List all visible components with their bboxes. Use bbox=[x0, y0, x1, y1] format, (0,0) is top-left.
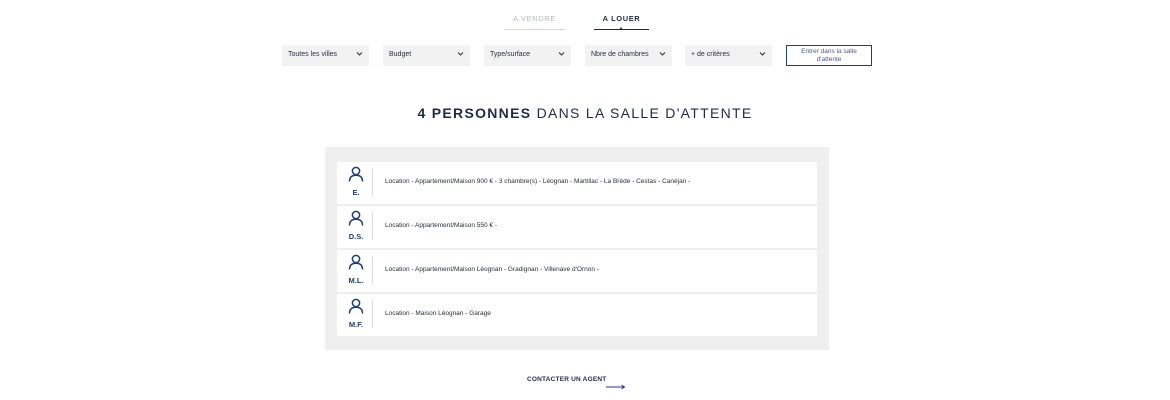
avatar: D.S. bbox=[337, 206, 373, 248]
person-initials: M.L. bbox=[348, 276, 364, 285]
divider bbox=[372, 300, 373, 328]
person-initials: M.F. bbox=[348, 320, 364, 329]
list-item: M.F. Location - Maison Léognan - Garage bbox=[337, 294, 817, 336]
contact-agent-link[interactable]: CONTACTER UN AGENT bbox=[527, 376, 606, 383]
enter-waiting-room-button[interactable]: Entrer dans la salle d'attente bbox=[786, 45, 872, 66]
person-initials: E. bbox=[352, 188, 360, 197]
chevron-down-icon bbox=[659, 51, 666, 57]
filter-bar: Toutes les villes Budget Type/surface Nb… bbox=[0, 45, 1170, 66]
divider bbox=[372, 212, 373, 240]
list-item: D.S. Location - Appartement/Maison 550 €… bbox=[337, 206, 817, 248]
city-select-value: Toutes les villes bbox=[288, 51, 338, 58]
budget-select-value: Budget bbox=[389, 51, 412, 58]
rooms-select-value: Nbre de chambres bbox=[591, 51, 649, 58]
more-criteria-select-value: + de critères bbox=[691, 51, 730, 58]
search-criteria: Location - Appartement/Maison 550 € - bbox=[385, 222, 498, 229]
type-select[interactable]: Type/surface bbox=[484, 45, 571, 66]
search-criteria: Location - Appartement/Maison 900 € - 3 … bbox=[385, 178, 691, 185]
arrow-right-icon bbox=[606, 377, 626, 390]
avatar: M.F. bbox=[337, 294, 373, 336]
search-criteria: Location - Maison Léognan - Garage bbox=[385, 310, 491, 317]
more-criteria-select[interactable]: + de critères bbox=[685, 45, 772, 66]
list-item: E. Location - Appartement/Maison 900 € -… bbox=[337, 162, 817, 204]
budget-select[interactable]: Budget bbox=[383, 45, 470, 66]
user-icon bbox=[348, 298, 364, 314]
people-count: 4 personnes bbox=[417, 105, 532, 121]
chevron-down-icon bbox=[356, 51, 363, 57]
list-item: M.L. Location - Appartement/Maison Léogn… bbox=[337, 250, 817, 292]
chevron-down-icon bbox=[457, 51, 464, 57]
chevron-down-icon bbox=[558, 51, 565, 57]
listing-tabs: A VENDRE A LOUER bbox=[0, 14, 1170, 30]
tab-a-louer-label: A LOUER bbox=[602, 14, 641, 23]
headline-rest: dans la salle d'attente bbox=[536, 105, 753, 121]
city-select[interactable]: Toutes les villes bbox=[282, 45, 369, 66]
waiting-list-panel: E. Location - Appartement/Maison 900 € -… bbox=[325, 147, 829, 350]
waiting-room-headline: 4 personnes dans la salle d'attente bbox=[0, 105, 1170, 121]
type-select-value: Type/surface bbox=[490, 51, 531, 58]
tab-a-vendre[interactable]: A VENDRE bbox=[504, 14, 565, 30]
avatar: M.L. bbox=[337, 250, 373, 292]
divider bbox=[372, 168, 373, 196]
active-tab-caret-icon bbox=[619, 27, 623, 30]
divider bbox=[372, 256, 373, 284]
avatar: E. bbox=[337, 162, 373, 204]
user-icon bbox=[348, 254, 364, 270]
person-initials: D.S. bbox=[348, 232, 364, 241]
tab-a-louer[interactable]: A LOUER bbox=[594, 14, 649, 30]
user-icon bbox=[348, 166, 364, 182]
rooms-select[interactable]: Nbre de chambres bbox=[585, 45, 672, 66]
user-icon bbox=[348, 210, 364, 226]
search-criteria: Location - Appartement/Maison Léognan - … bbox=[385, 266, 599, 273]
chevron-down-icon bbox=[759, 51, 766, 57]
